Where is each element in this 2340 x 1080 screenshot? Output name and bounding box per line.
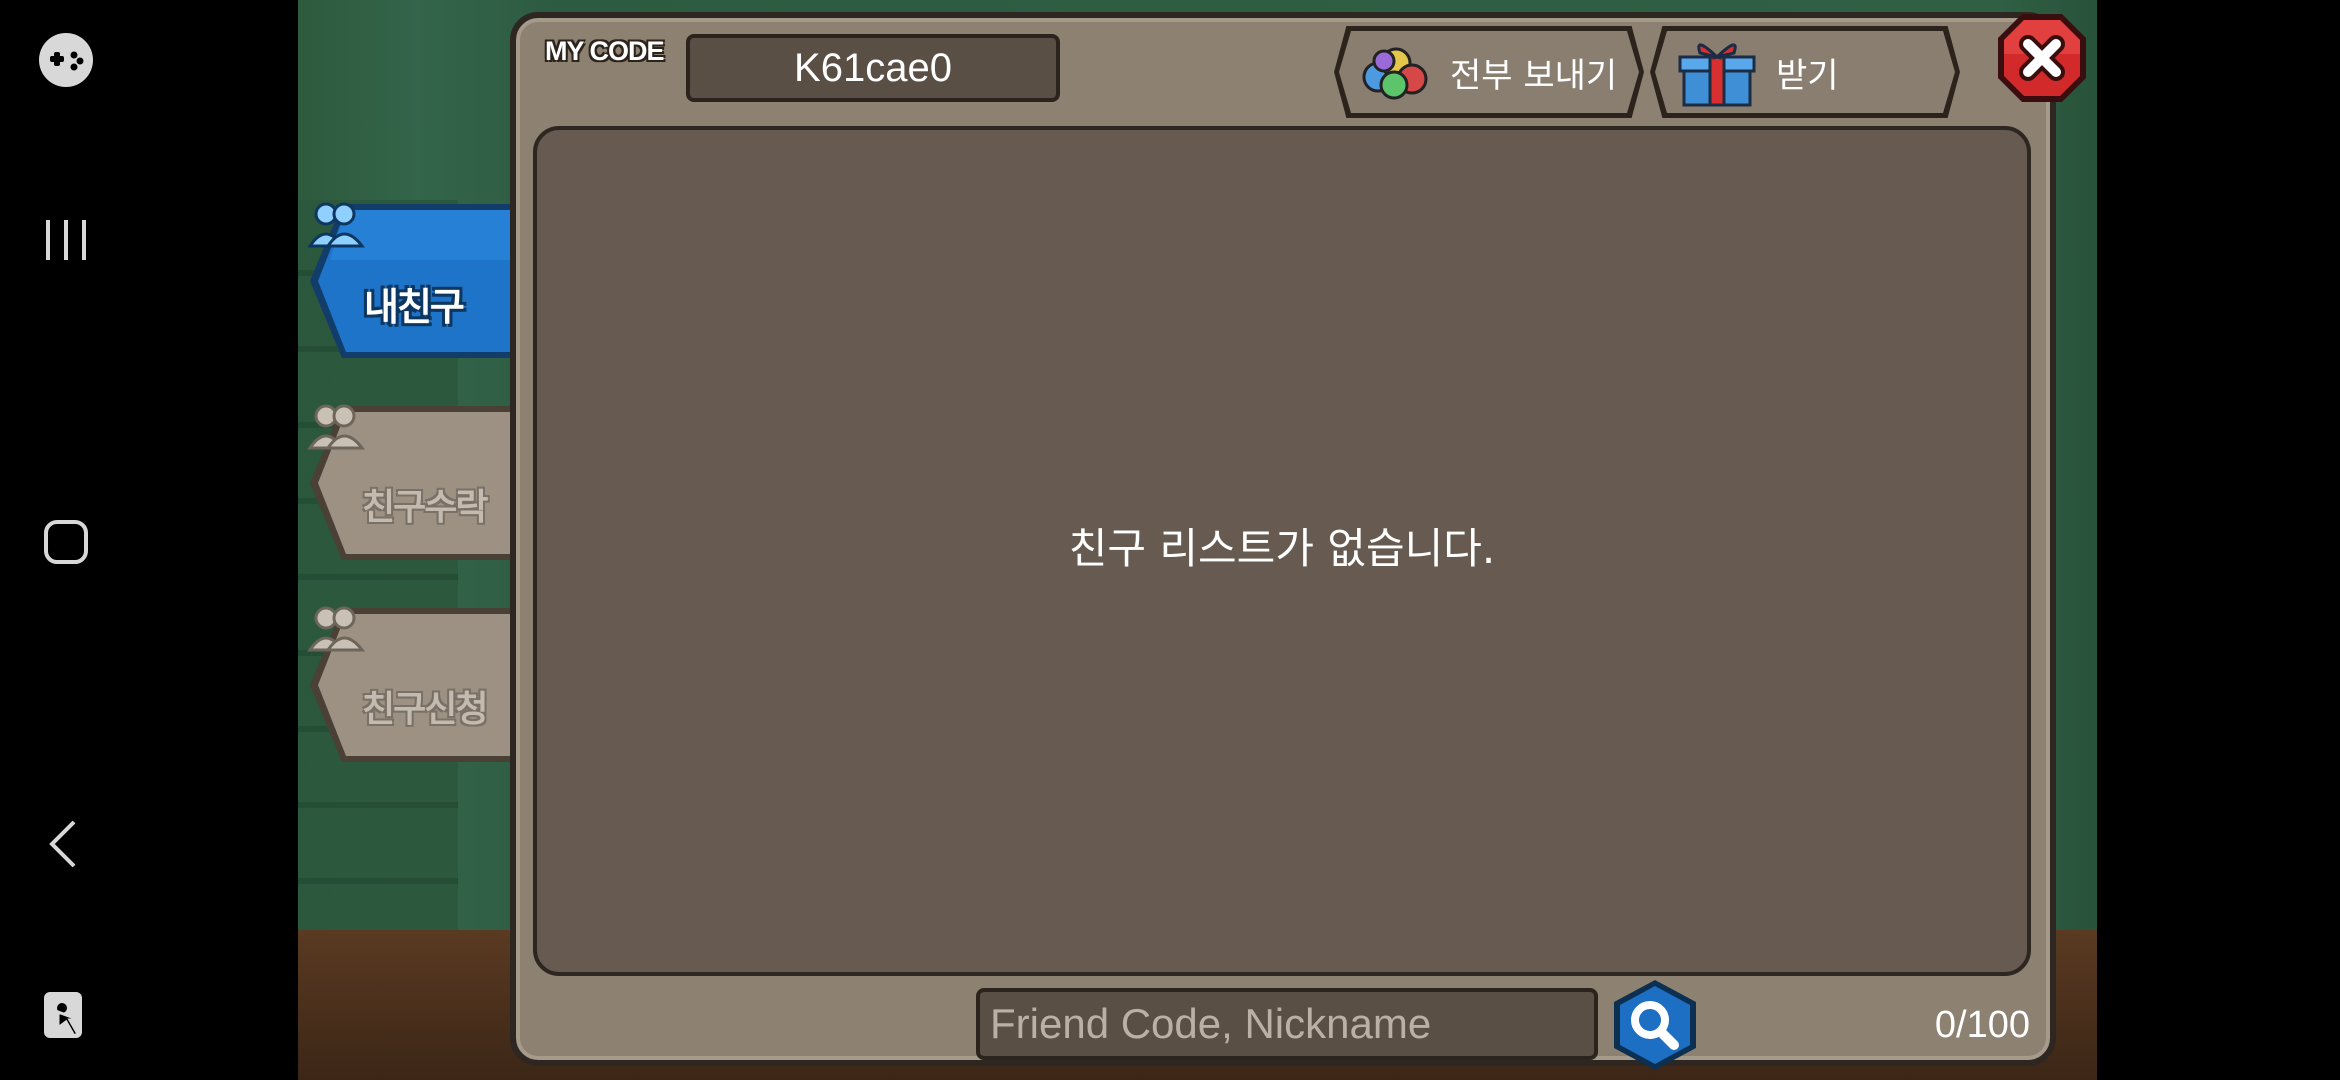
send-all-button[interactable]: 전부 보내기 <box>1334 26 1644 118</box>
my-code-label: MY CODE <box>545 36 665 66</box>
orbs-icon <box>1362 47 1428 100</box>
friends-icon <box>307 606 366 652</box>
tab-friend-accept[interactable]: 친구수락 <box>306 402 514 564</box>
game-launcher-icon[interactable] <box>36 30 96 90</box>
friend-count: 0/100 <box>1934 1004 2030 1046</box>
my-code-value: K61cae0 <box>686 34 1060 102</box>
tab-friend-request-label: 친구신청 <box>362 689 488 730</box>
search-button[interactable] <box>1610 978 1700 1072</box>
receive-button[interactable]: 받기 <box>1650 26 1960 118</box>
empty-list-message: 친구 리스트가 없습니다. <box>1068 523 1496 573</box>
search-icon <box>1614 980 1696 1070</box>
recent-apps-icon[interactable] <box>36 210 96 270</box>
receive-label: 받기 <box>1776 55 1839 96</box>
gift-box-icon <box>1678 43 1756 107</box>
back-icon[interactable] <box>36 814 96 874</box>
tab-friend-accept-label: 친구수락 <box>362 487 488 528</box>
tab-friend-request[interactable]: 친구신청 <box>306 604 514 766</box>
tab-my-friends-label: 내친구 <box>364 285 465 329</box>
friends-icon <box>307 202 366 248</box>
friends-icon <box>307 404 366 450</box>
close-button[interactable] <box>1996 10 2088 106</box>
send-all-label: 전부 보내기 <box>1450 55 1618 96</box>
friend-list: 친구 리스트가 없습니다. <box>533 126 2031 976</box>
search-input[interactable] <box>976 988 1598 1060</box>
close-icon <box>1998 14 2086 102</box>
screen-touch-lock-icon[interactable] <box>36 988 96 1048</box>
tab-my-friends[interactable]: 내친구 <box>306 200 514 362</box>
android-navigation-bar <box>0 0 298 1080</box>
home-icon[interactable] <box>36 512 96 572</box>
